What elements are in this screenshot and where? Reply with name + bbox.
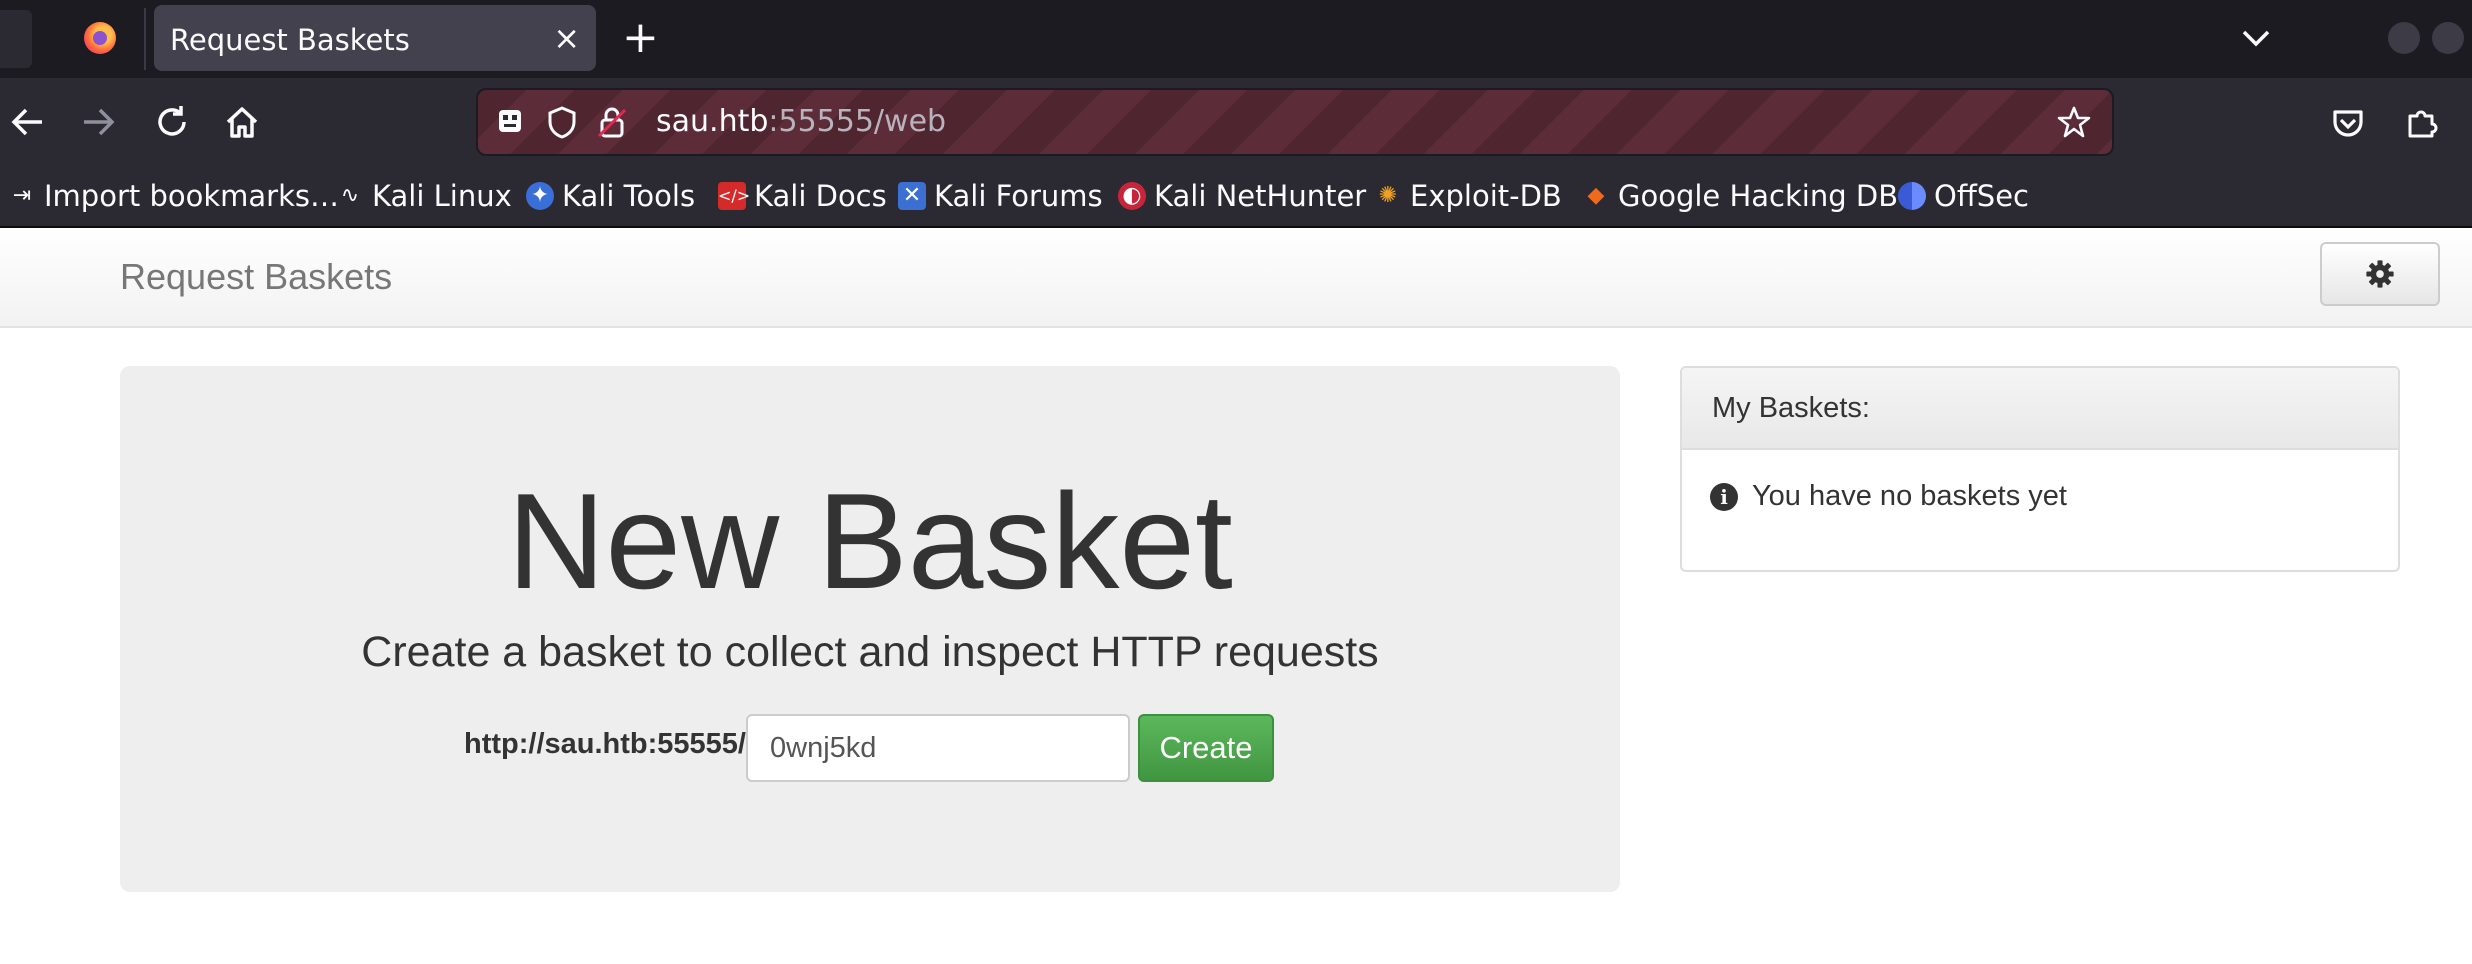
create-button[interactable]: Create [1138, 714, 1274, 782]
bookmark-kali-forums[interactable]: ✕ Kali Forums [898, 176, 1103, 216]
site-navbar: Request Baskets [0, 228, 2472, 328]
bookmark-label: Import bookmarks… [44, 179, 339, 213]
browser-tab-strip: Request Baskets × + [0, 0, 2472, 78]
basket-name-input[interactable] [746, 714, 1130, 782]
tab-title: Request Baskets [170, 23, 410, 57]
bookmark-label: Exploit-DB [1410, 179, 1562, 213]
bookmark-star-icon[interactable] [2054, 102, 2094, 142]
reload-icon[interactable] [148, 98, 196, 146]
bookmark-label: Google Hacking DB [1618, 179, 1899, 213]
bookmark-kali-linux[interactable]: ∿ Kali Linux [336, 176, 512, 216]
new-basket-lead: Create a basket to collect and inspect H… [361, 628, 1379, 676]
url-path: :55555/web [768, 104, 947, 139]
window-close-button[interactable] [2432, 22, 2464, 54]
forward-arrow-icon[interactable] [74, 98, 122, 146]
my-baskets-panel: My Baskets: i You have no baskets yet [1680, 366, 2400, 572]
url-text[interactable]: sau.htb:55555/web [656, 104, 946, 139]
window-minimize-button[interactable] [2388, 22, 2420, 54]
kali-docs-icon: </> [718, 182, 750, 210]
basket-url-prefix: http://sau.htb:55555/ [464, 728, 746, 760]
bookmark-label: OffSec [1934, 179, 2030, 213]
create-basket-form: http://sau.htb:55555/ Create [120, 714, 1620, 784]
empty-baskets-message: You have no baskets yet [1752, 480, 2067, 512]
kali-nethunter-icon: ◐ [1118, 182, 1146, 210]
extensions-icon[interactable] [2398, 98, 2446, 146]
my-baskets-heading: My Baskets: [1682, 368, 2398, 450]
bookmark-exploit-db[interactable]: ✺ Exploit-DB [1374, 176, 1562, 216]
bookmark-label: Kali Tools [562, 179, 696, 213]
tab-divider [144, 8, 146, 70]
bookmark-kali-nethunter[interactable]: ◐ Kali NetHunter [1118, 176, 1366, 216]
tab-close-icon[interactable]: × [553, 18, 580, 58]
bookmark-offsec[interactable]: OffSec [1898, 176, 2029, 216]
new-tab-icon[interactable]: + [622, 14, 659, 62]
bookmark-kali-tools[interactable]: ✦ Kali Tools [526, 176, 695, 216]
bookmarks-toolbar: ⇥ Import bookmarks… ∿ Kali Linux ✦ Kali … [0, 168, 2472, 228]
ghdb-icon: ◆ [1587, 183, 1605, 208]
new-basket-title: New Basket [507, 465, 1233, 617]
home-icon[interactable] [218, 98, 266, 146]
info-circle-icon: i [1710, 482, 1738, 511]
bookmark-label: Kali Forums [934, 179, 1103, 213]
robot-proxy-icon[interactable] [490, 102, 530, 142]
firefox-logo-icon [84, 22, 116, 54]
pocket-icon[interactable] [2324, 98, 2372, 146]
my-baskets-body: i You have no baskets yet [1682, 450, 2398, 543]
tab-request-baskets[interactable]: Request Baskets × [154, 5, 596, 71]
kali-forums-icon: ✕ [898, 182, 926, 210]
gear-icon [2366, 260, 2394, 288]
url-host: sau.htb [656, 104, 769, 139]
settings-button[interactable] [2320, 242, 2440, 306]
chevron-down-icon[interactable] [2236, 18, 2276, 58]
bookmark-label: Kali Docs [754, 179, 887, 213]
address-bar[interactable]: sau.htb:55555/web [476, 88, 2114, 156]
bookmark-google-hacking-db[interactable]: ◆ Google Hacking DB [1582, 176, 1899, 216]
offsec-icon [1898, 182, 1926, 210]
navigation-toolbar: sau.htb:55555/web [0, 78, 2472, 168]
bookmark-label: Kali Linux [372, 179, 512, 213]
back-arrow-icon[interactable] [4, 98, 52, 146]
import-icon: ⇥ [12, 183, 32, 208]
shield-icon[interactable] [542, 102, 582, 142]
exploit-db-icon: ✺ [1378, 183, 1398, 208]
insecure-lock-icon[interactable] [592, 102, 632, 142]
kali-dragon-icon: ∿ [340, 183, 360, 208]
bookmark-import[interactable]: ⇥ Import bookmarks… [8, 176, 339, 216]
bookmark-label: Kali NetHunter [1154, 179, 1367, 213]
site-brand[interactable]: Request Baskets [120, 256, 392, 298]
bookmark-kali-docs[interactable]: </> Kali Docs [718, 176, 887, 216]
tab-overflow-edge[interactable] [0, 10, 32, 68]
kali-tools-icon: ✦ [526, 182, 554, 210]
new-basket-jumbotron: New Basket Create a basket to collect an… [120, 366, 1620, 892]
